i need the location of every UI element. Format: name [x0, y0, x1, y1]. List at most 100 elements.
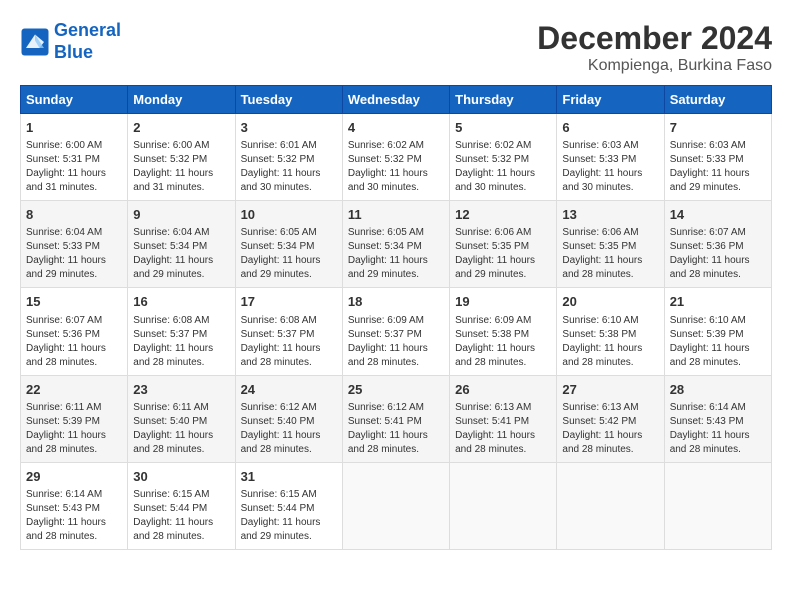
calendar-cell: 24Sunrise: 6:12 AM Sunset: 5:40 PM Dayli… — [235, 375, 342, 462]
day-number: 14 — [670, 206, 766, 224]
day-info: Sunrise: 6:00 AM Sunset: 5:31 PM Dayligh… — [26, 139, 122, 195]
calendar-cell: 12Sunrise: 6:06 AM Sunset: 5:35 PM Dayli… — [450, 201, 557, 288]
day-info: Sunrise: 6:01 AM Sunset: 5:32 PM Dayligh… — [241, 139, 337, 195]
day-number: 31 — [241, 468, 337, 486]
month-title: December 2024 — [537, 20, 772, 57]
calendar-cell: 11 Sunrise: 6:05 AM Sunset: 5:34 PM Dayli… — [342, 201, 449, 288]
calendar-cell: 26Sunrise: 6:13 AM Sunset: 5:41 PM Dayli… — [450, 375, 557, 462]
day-number: 18 — [348, 293, 444, 311]
location: Kompienga, Burkina Faso — [537, 57, 772, 75]
calendar-cell: 14 Sunrise: 6:07 AM Sunset: 5:36 PM Dayli… — [664, 201, 771, 288]
day-number: 13 — [562, 206, 658, 224]
day-number: 29 — [26, 468, 122, 486]
day-info: Sunrise: 6:13 AM Sunset: 5:42 PM Dayligh… — [562, 401, 658, 457]
day-number: 27 — [562, 381, 658, 399]
calendar-cell: 28 Sunrise: 6:14 AM Sunset: 5:43 PM Dayli… — [664, 375, 771, 462]
day-info: Sunrise: 6:05 AM Sunset: 5:34 PM Dayligh… — [348, 226, 444, 282]
day-info: Sunrise: 6:07 AM Sunset: 5:36 PM Dayligh… — [670, 226, 766, 282]
calendar-cell: 2 Sunrise: 6:00 AM Sunset: 5:32 PM Daylig… — [128, 114, 235, 201]
day-number: 9 — [133, 206, 229, 224]
day-number: 15 — [26, 293, 122, 311]
day-info: Sunrise: 6:03 AM Sunset: 5:33 PM Dayligh… — [562, 139, 658, 195]
day-number: 30 — [133, 468, 229, 486]
calendar-cell — [342, 462, 449, 549]
logo: General Blue — [20, 20, 121, 63]
day-info: Sunrise: 6:14 AM Sunset: 5:43 PM Dayligh… — [670, 401, 766, 457]
calendar-cell: 20 Sunrise: 6:10 AM Sunset: 5:38 PM Dayli… — [557, 288, 664, 375]
day-info: Sunrise: 6:04 AM Sunset: 5:33 PM Dayligh… — [26, 226, 122, 282]
day-of-week-header: Tuesday — [235, 86, 342, 114]
day-number: 23 — [133, 381, 229, 399]
day-of-week-header: Thursday — [450, 86, 557, 114]
day-info: Sunrise: 6:11 AM Sunset: 5:40 PM Dayligh… — [133, 401, 229, 457]
calendar-cell: 7 Sunrise: 6:03 AM Sunset: 5:33 PM Daylig… — [664, 114, 771, 201]
calendar-cell — [450, 462, 557, 549]
calendar-cell: 1Sunrise: 6:00 AM Sunset: 5:31 PM Daylig… — [21, 114, 128, 201]
day-number: 4 — [348, 119, 444, 137]
day-number: 16 — [133, 293, 229, 311]
day-info: Sunrise: 6:10 AM Sunset: 5:39 PM Dayligh… — [670, 314, 766, 370]
day-info: Sunrise: 6:05 AM Sunset: 5:34 PM Dayligh… — [241, 226, 337, 282]
calendar-table: SundayMondayTuesdayWednesdayThursdayFrid… — [20, 85, 772, 550]
day-info: Sunrise: 6:02 AM Sunset: 5:32 PM Dayligh… — [348, 139, 444, 195]
calendar-week-row: 15 Sunrise: 6:07 AM Sunset: 5:36 PM Dayli… — [21, 288, 772, 375]
day-info: Sunrise: 6:12 AM Sunset: 5:41 PM Dayligh… — [348, 401, 444, 457]
calendar-cell: 23 Sunrise: 6:11 AM Sunset: 5:40 PM Dayli… — [128, 375, 235, 462]
page-header: General Blue December 2024 Kompienga, Bu… — [20, 20, 772, 75]
day-info: Sunrise: 6:06 AM Sunset: 5:35 PM Dayligh… — [562, 226, 658, 282]
calendar-cell: 29 Sunrise: 6:14 AM Sunset: 5:43 PM Dayli… — [21, 462, 128, 549]
day-info: Sunrise: 6:10 AM Sunset: 5:38 PM Dayligh… — [562, 314, 658, 370]
day-number: 7 — [670, 119, 766, 137]
day-of-week-header: Wednesday — [342, 86, 449, 114]
calendar-cell: 6Sunrise: 6:03 AM Sunset: 5:33 PM Daylig… — [557, 114, 664, 201]
day-number: 25 — [348, 381, 444, 399]
calendar-cell: 10 Sunrise: 6:05 AM Sunset: 5:34 PM Dayli… — [235, 201, 342, 288]
day-info: Sunrise: 6:08 AM Sunset: 5:37 PM Dayligh… — [241, 314, 337, 370]
day-info: Sunrise: 6:03 AM Sunset: 5:33 PM Dayligh… — [670, 139, 766, 195]
calendar-week-row: 8Sunrise: 6:04 AM Sunset: 5:33 PM Daylig… — [21, 201, 772, 288]
day-of-week-header: Saturday — [664, 86, 771, 114]
calendar-cell: 30 Sunrise: 6:15 AM Sunset: 5:44 PM Dayli… — [128, 462, 235, 549]
day-of-week-header: Friday — [557, 86, 664, 114]
calendar-cell: 9 Sunrise: 6:04 AM Sunset: 5:34 PM Daylig… — [128, 201, 235, 288]
day-number: 19 — [455, 293, 551, 311]
day-number: 28 — [670, 381, 766, 399]
day-info: Sunrise: 6:09 AM Sunset: 5:38 PM Dayligh… — [455, 314, 551, 370]
calendar-cell: 3Sunrise: 6:01 AM Sunset: 5:32 PM Daylig… — [235, 114, 342, 201]
logo-icon — [20, 27, 50, 57]
logo-line2: Blue — [54, 42, 93, 62]
day-number: 10 — [241, 206, 337, 224]
day-info: Sunrise: 6:06 AM Sunset: 5:35 PM Dayligh… — [455, 226, 551, 282]
calendar-week-row: 29 Sunrise: 6:14 AM Sunset: 5:43 PM Dayli… — [21, 462, 772, 549]
day-info: Sunrise: 6:15 AM Sunset: 5:44 PM Dayligh… — [241, 488, 337, 544]
calendar-cell — [664, 462, 771, 549]
day-number: 2 — [133, 119, 229, 137]
calendar-cell: 15 Sunrise: 6:07 AM Sunset: 5:36 PM Dayli… — [21, 288, 128, 375]
calendar-cell: 22Sunrise: 6:11 AM Sunset: 5:39 PM Dayli… — [21, 375, 128, 462]
logo-text: General Blue — [54, 20, 121, 63]
day-of-week-header: Monday — [128, 86, 235, 114]
day-of-week-header: Sunday — [21, 86, 128, 114]
day-number: 20 — [562, 293, 658, 311]
day-number: 11 — [348, 206, 444, 224]
calendar-cell: 19 Sunrise: 6:09 AM Sunset: 5:38 PM Dayli… — [450, 288, 557, 375]
calendar-cell: 4 Sunrise: 6:02 AM Sunset: 5:32 PM Daylig… — [342, 114, 449, 201]
day-info: Sunrise: 6:00 AM Sunset: 5:32 PM Dayligh… — [133, 139, 229, 195]
calendar-cell: 8Sunrise: 6:04 AM Sunset: 5:33 PM Daylig… — [21, 201, 128, 288]
calendar-cell: 31 Sunrise: 6:15 AM Sunset: 5:44 PM Dayli… — [235, 462, 342, 549]
day-info: Sunrise: 6:08 AM Sunset: 5:37 PM Dayligh… — [133, 314, 229, 370]
day-info: Sunrise: 6:02 AM Sunset: 5:32 PM Dayligh… — [455, 139, 551, 195]
calendar-cell: 13 Sunrise: 6:06 AM Sunset: 5:35 PM Dayli… — [557, 201, 664, 288]
day-info: Sunrise: 6:04 AM Sunset: 5:34 PM Dayligh… — [133, 226, 229, 282]
logo-line1: General — [54, 20, 121, 40]
day-info: Sunrise: 6:07 AM Sunset: 5:36 PM Dayligh… — [26, 314, 122, 370]
day-info: Sunrise: 6:15 AM Sunset: 5:44 PM Dayligh… — [133, 488, 229, 544]
calendar-week-row: 1Sunrise: 6:00 AM Sunset: 5:31 PM Daylig… — [21, 114, 772, 201]
calendar-cell: 27 Sunrise: 6:13 AM Sunset: 5:42 PM Dayli… — [557, 375, 664, 462]
day-info: Sunrise: 6:14 AM Sunset: 5:43 PM Dayligh… — [26, 488, 122, 544]
calendar-cell: 5Sunrise: 6:02 AM Sunset: 5:32 PM Daylig… — [450, 114, 557, 201]
title-block: December 2024 Kompienga, Burkina Faso — [537, 20, 772, 75]
calendar-cell: 25 Sunrise: 6:12 AM Sunset: 5:41 PM Dayli… — [342, 375, 449, 462]
day-info: Sunrise: 6:12 AM Sunset: 5:40 PM Dayligh… — [241, 401, 337, 457]
day-info: Sunrise: 6:13 AM Sunset: 5:41 PM Dayligh… — [455, 401, 551, 457]
